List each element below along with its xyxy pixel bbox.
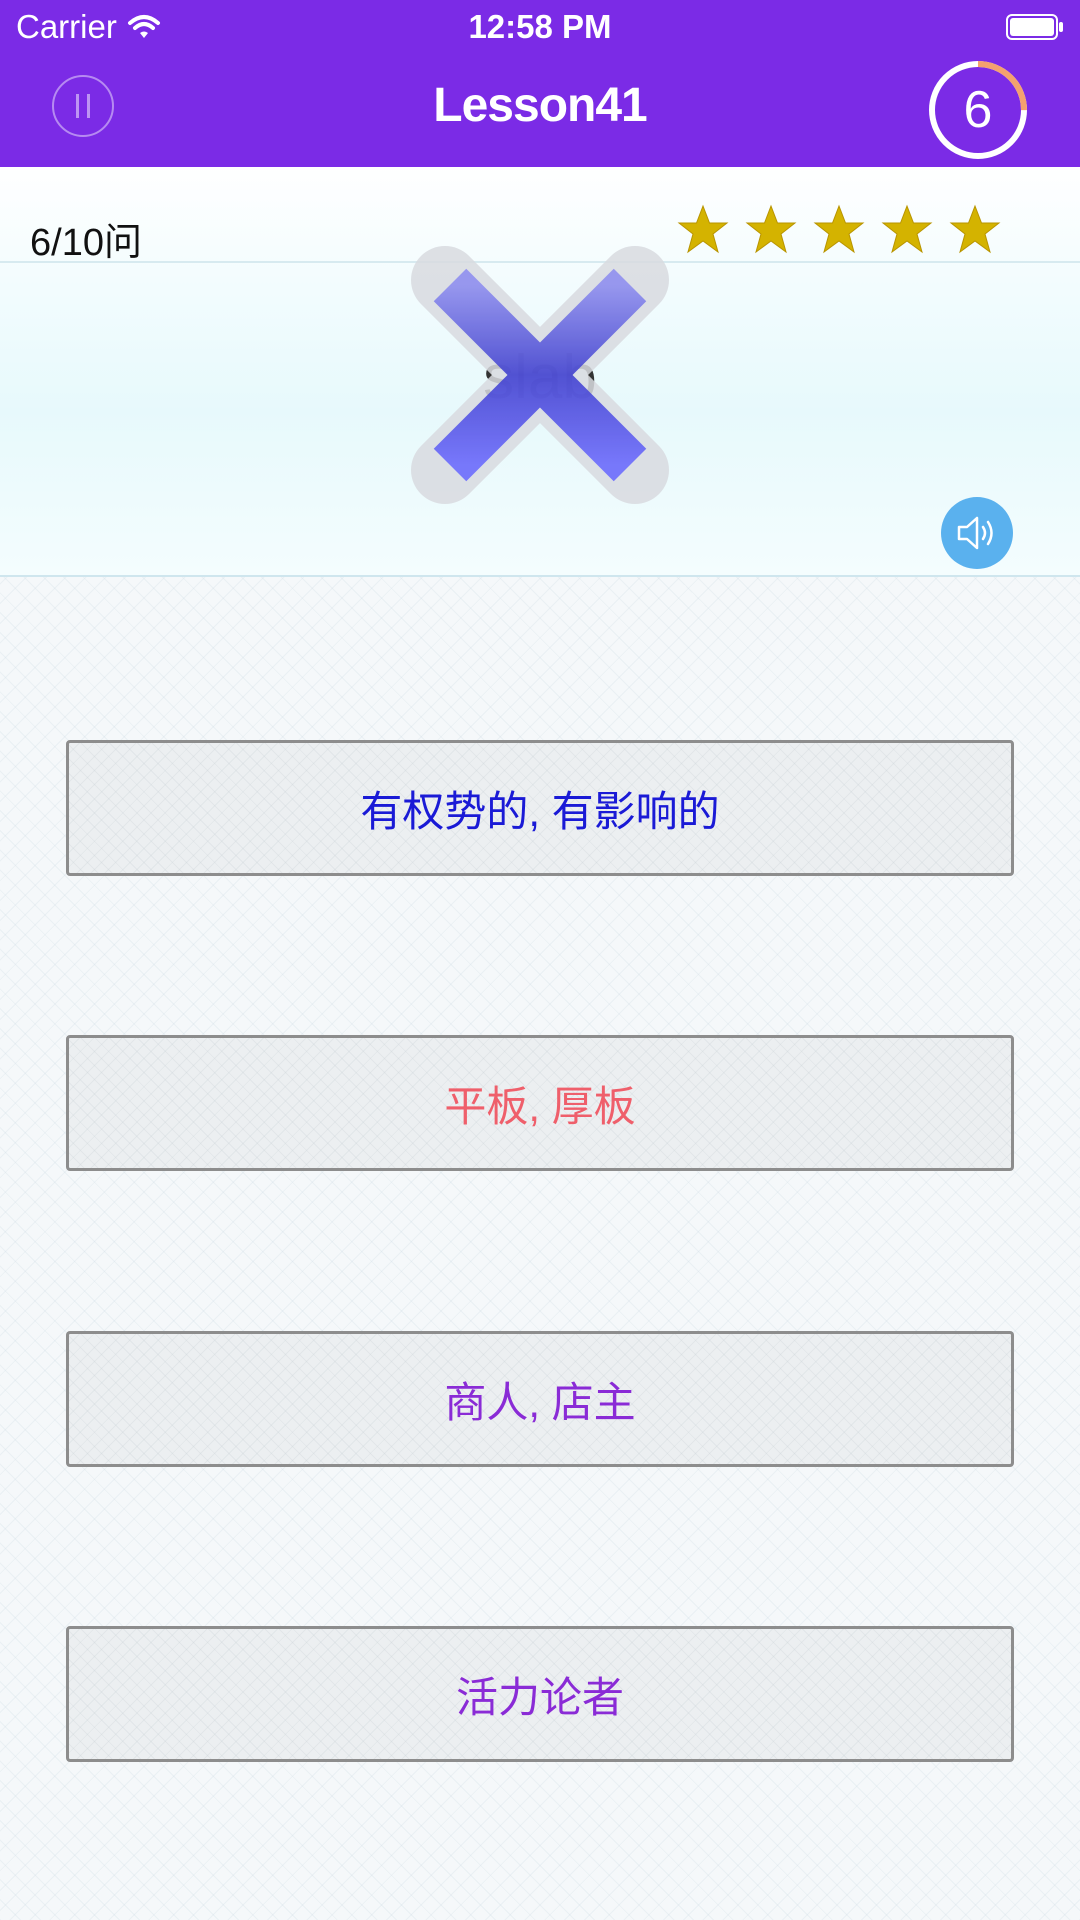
star-rating [676,203,1002,257]
answer-option-1[interactable]: 有权势的, 有影响的 [66,740,1014,876]
status-time: 12:58 PM [468,8,612,45]
answer-option-4[interactable]: 活力论者 [66,1626,1014,1762]
speaker-icon [957,516,993,550]
answer-option-3[interactable]: 商人, 店主 [66,1331,1014,1467]
top-bar: Carrier 12:58 PM Lesson41 6 [0,0,1080,167]
answer-option-2[interactable]: 平板, 厚板 [66,1035,1014,1171]
page-title: Lesson41 [433,79,647,132]
question-panel: 6/10问 slab [0,167,1080,577]
countdown-timer: 6 [926,58,1030,162]
star-icon [745,204,797,254]
star-icon [881,204,933,254]
battery-icon [1006,14,1063,40]
question-progress: 6/10问 [30,222,142,264]
wrong-x-icon [411,246,669,504]
speaker-button[interactable] [941,497,1013,569]
star-icon [949,204,1001,254]
star-icon [813,204,865,254]
answer-list: 有权势的, 有影响的 平板, 厚板 商人, 店主 活力论者 [0,577,1080,1920]
timer-value: 6 [963,81,993,139]
